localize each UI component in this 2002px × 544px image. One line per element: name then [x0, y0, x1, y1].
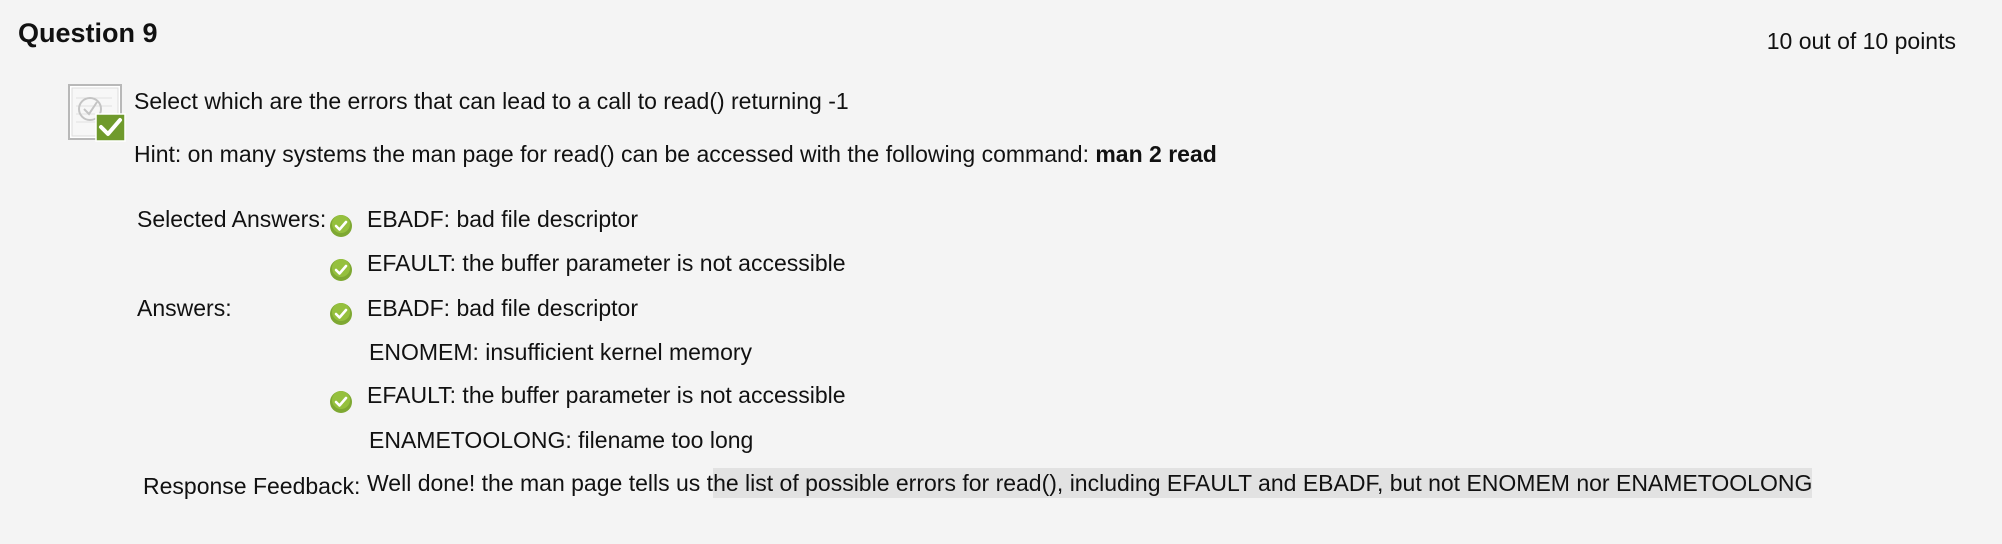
selected-answer: EBADF: bad file descriptor: [367, 206, 639, 232]
correct-check-icon: [329, 390, 353, 414]
hint-command: man 2 read: [1095, 141, 1217, 167]
correct-check-icon: [329, 214, 353, 238]
answer-option: EFAULT: the buffer parameter is not acce…: [367, 382, 846, 408]
response-feedback-label: Response Feedback:: [143, 473, 361, 499]
selected-answer: EFAULT: the buffer parameter is not acce…: [367, 250, 846, 276]
correct-check-icon: [329, 302, 353, 326]
selected-answers-label: Selected Answers:: [137, 206, 327, 232]
question-hint: Hint: on many systems the man page for r…: [134, 141, 1217, 168]
question-points: 10 out of 10 points: [1766, 28, 1956, 54]
question-text: Select which are the errors that can lea…: [134, 88, 849, 114]
response-feedback: Well done! the man page tells us the lis…: [367, 468, 1813, 498]
answers-label: Answers:: [137, 295, 232, 321]
hint-text: Hint: on many systems the man page for r…: [134, 141, 1096, 167]
correct-check-icon: [329, 258, 353, 282]
answer-option: ENAMETOOLONG: filename too long: [369, 427, 754, 453]
graded-question-icon: [68, 84, 128, 144]
feedback-highlighted-text: he list of possible errors for read(), i…: [713, 468, 1813, 498]
answer-option: ENOMEM: insufficient kernel memory: [369, 339, 753, 365]
question-title: Question 9: [18, 18, 158, 48]
answer-option: EBADF: bad file descriptor: [367, 295, 639, 321]
feedback-text: Well done! the man page tells us t: [367, 470, 714, 496]
